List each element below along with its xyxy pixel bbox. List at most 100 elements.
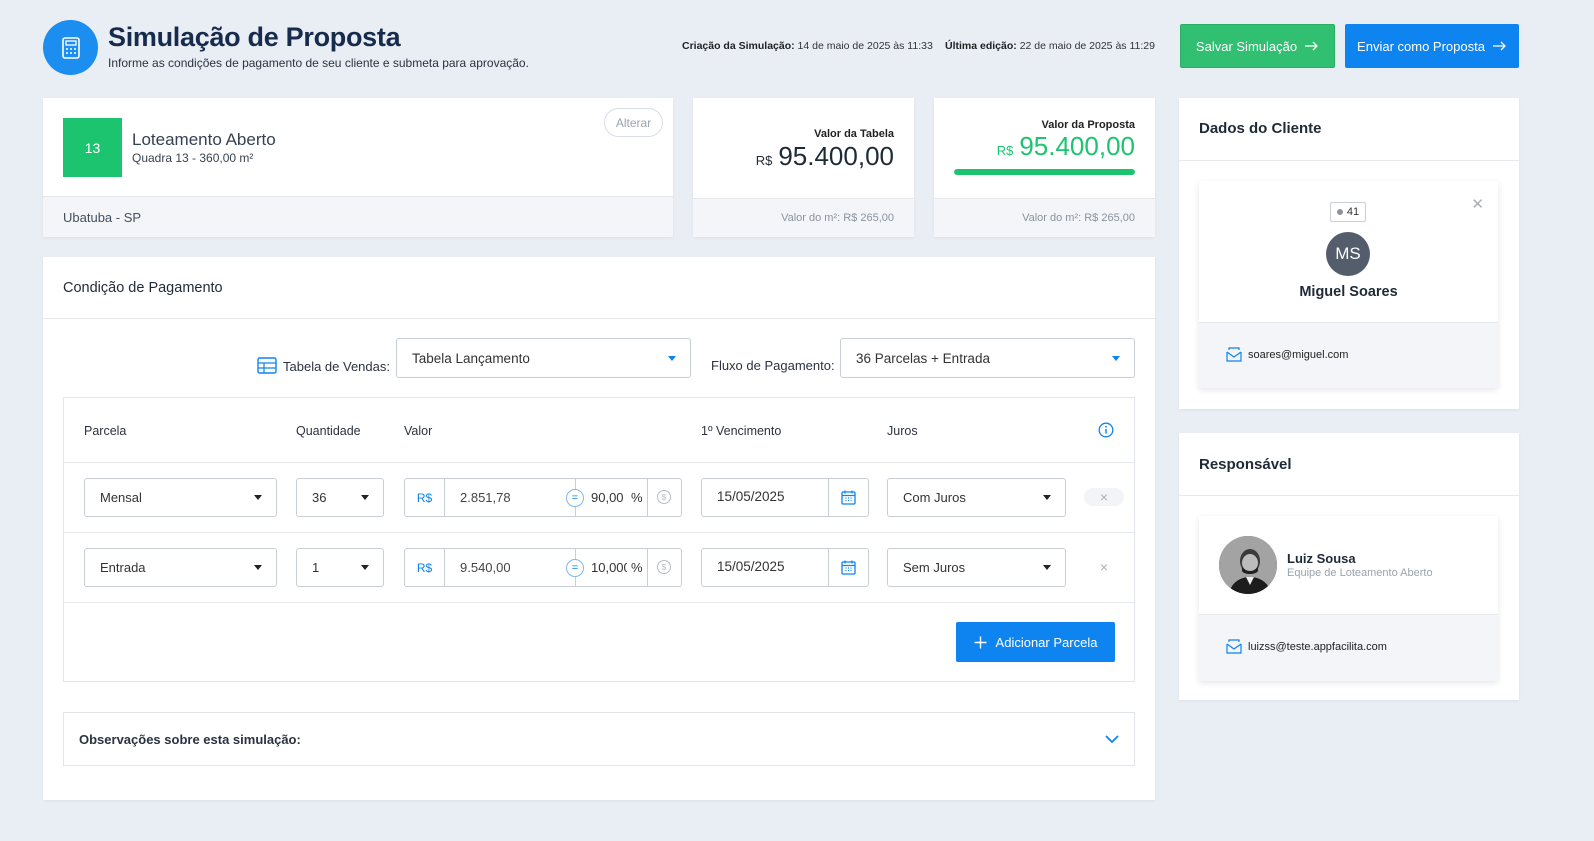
valor-field: R$ 2.851,78 = 90,00 % $ — [404, 478, 682, 517]
sales-table-label: Tabela de Vendas: — [283, 359, 390, 374]
notes-label: Observações sobre esta simulação: — [79, 732, 301, 747]
juros-select[interactable]: Com Juros — [887, 478, 1066, 517]
calendar-icon[interactable] — [841, 490, 856, 505]
add-installment-button[interactable]: Adicionar Parcela — [956, 622, 1115, 662]
payment-flow-label: Fluxo de Pagamento: — [711, 358, 835, 373]
notes-accordion[interactable]: Observações sobre esta simulação: — [63, 712, 1135, 766]
created-info: Criação da Simulação: 14 de maio de 2025… — [682, 40, 933, 52]
table-value-m2-text: Valor do m²: R$ 265,00 — [781, 212, 894, 224]
proposal-value-amount: R$ 95.400,00 — [997, 131, 1135, 162]
table-value-card: Valor da Tabela R$ 95.400,00 Valor do m²:… — [693, 98, 914, 237]
responsible-inner-card: Luiz Sousa Equipe de Loteamento Aberto l… — [1199, 516, 1498, 681]
responsible-team: Equipe de Loteamento Aberto — [1287, 567, 1433, 579]
client-name: Miguel Soares — [1299, 284, 1398, 300]
responsible-email-text[interactable]: luizss@teste.appfacilita.com — [1248, 641, 1387, 653]
plus-icon — [974, 636, 987, 648]
responsible-email: luizss@teste.appfacilita.com — [1226, 639, 1387, 654]
sales-table-select[interactable]: Tabela Lançamento — [396, 338, 691, 378]
divider — [64, 462, 1134, 463]
remove-row-button[interactable]: × — [1084, 558, 1124, 576]
percent-input[interactable]: 10,000 — [591, 560, 627, 575]
column-header-valor: Valor — [404, 424, 433, 438]
calendar-icon[interactable] — [841, 560, 856, 575]
send-proposal-button[interactable]: Enviar como Proposta — [1345, 24, 1519, 68]
column-header-vencimento: 1º Vencimento — [701, 424, 782, 438]
vencimento-field[interactable]: 15/05/2025 — [701, 548, 869, 587]
table-icon — [257, 357, 277, 374]
chevron-down-icon — [361, 565, 369, 570]
responsible-card-title: Responsável — [1199, 456, 1292, 473]
juros-value: Com Juros — [903, 490, 966, 505]
lot-badge: 13 — [63, 118, 122, 177]
page-subtitle: Informe as condições de pagamento de seu… — [108, 56, 529, 70]
chevron-down-icon — [254, 565, 262, 570]
payment-flow-select[interactable]: 36 Parcelas + Entrada — [840, 338, 1135, 378]
dollar-info-icon[interactable]: $ — [657, 560, 671, 574]
vencimento-value: 15/05/2025 — [717, 489, 785, 504]
payment-flow-value: 36 Parcelas + Entrada — [856, 350, 990, 366]
percent-input[interactable]: 90,00 — [591, 490, 627, 505]
mail-icon — [1226, 347, 1242, 362]
juros-select[interactable]: Sem Juros — [887, 548, 1066, 587]
sales-table-value: Tabela Lançamento — [412, 350, 530, 366]
divider — [43, 318, 1155, 319]
avatar: MS — [1326, 232, 1370, 276]
table-value-currency: R$ — [755, 153, 773, 168]
client-email: soares@miguel.com — [1226, 347, 1348, 362]
remove-row-button[interactable]: × — [1084, 488, 1124, 506]
client-card-title: Dados do Cliente — [1199, 120, 1322, 137]
lot-detail: Quadra 13 - 360,00 m² — [132, 151, 254, 165]
created-label: Criação da Simulação: — [682, 40, 795, 52]
valor-input[interactable]: 9.540,00 — [460, 560, 511, 575]
send-proposal-label: Enviar como Proposta — [1357, 38, 1485, 54]
info-icon[interactable] — [1098, 422, 1114, 438]
save-simulation-label: Salvar Simulação — [1195, 38, 1298, 54]
vencimento-field[interactable]: 15/05/2025 — [701, 478, 869, 517]
dollar-info-icon[interactable]: $ — [657, 490, 671, 504]
edited-info: Última edição: 22 de maio de 2025 às 11:… — [945, 40, 1155, 52]
close-icon[interactable]: ✕ — [1471, 195, 1484, 213]
installments-table: Parcela Quantidade Valor 1º Vencimento J… — [63, 397, 1135, 682]
proposal-value-label: Valor da Proposta — [1041, 119, 1135, 131]
page-title: Simulação de Proposta — [108, 22, 401, 52]
valor-input[interactable]: 2.851,78 — [460, 490, 511, 505]
arrow-right-icon — [1492, 41, 1506, 51]
valor-field: R$ 9.540,00 = 10,000 % $ — [404, 548, 682, 587]
lot-location-text: Ubatuba - SP — [63, 209, 142, 225]
chevron-down-icon — [1112, 356, 1120, 361]
quantidade-select[interactable]: 36 — [296, 478, 384, 517]
responsible-contact: luizss@teste.appfacilita.com — [1199, 614, 1498, 681]
client-card: Dados do Cliente 41 ✕ MS Miguel Soares s… — [1179, 98, 1519, 409]
quantidade-value: 36 — [312, 490, 327, 505]
change-lot-button[interactable]: Alterar — [604, 108, 663, 137]
payment-card: Condição de Pagamento Tabela de Vendas: … — [43, 257, 1155, 800]
table-value-label: Valor da Tabela — [814, 128, 894, 140]
save-simulation-button[interactable]: Salvar Simulação — [1180, 24, 1335, 68]
vencimento-value: 15/05/2025 — [717, 559, 785, 574]
percent-symbol: % — [631, 560, 643, 575]
parcela-select[interactable]: Mensal — [84, 478, 277, 517]
juros-value: Sem Juros — [903, 560, 966, 575]
client-email-text[interactable]: soares@miguel.com — [1248, 349, 1348, 361]
created-value: 14 de maio de 2025 às 11:33 — [797, 40, 933, 52]
parcela-value: Entrada — [100, 560, 146, 575]
proposal-value-number: 95.400,00 — [1019, 131, 1135, 161]
edited-label: Última edição: — [945, 40, 1017, 52]
parcela-select[interactable]: Entrada — [84, 548, 277, 587]
chevron-down-icon — [1043, 495, 1051, 500]
column-header-quantidade: Quantidade — [296, 424, 361, 438]
proposal-progress-bar — [954, 169, 1135, 175]
divider — [828, 549, 829, 586]
client-tag-value: 41 — [1346, 206, 1360, 218]
chevron-down-icon — [361, 495, 369, 500]
lot-name: Loteamento Aberto — [132, 130, 276, 149]
divider — [828, 479, 829, 516]
currency-prefix: R$ — [405, 549, 445, 586]
divider — [1179, 160, 1519, 161]
avatar — [1219, 536, 1277, 594]
quantidade-select[interactable]: 1 — [296, 548, 384, 587]
proposal-value-m2: Valor do m²: R$ 265,00 — [934, 198, 1155, 237]
lot-location: Ubatuba - SP — [43, 196, 673, 237]
proposal-value-card: Valor da Proposta R$ 95.400,00 Valor do m… — [934, 98, 1155, 237]
arrow-right-icon — [1305, 41, 1318, 51]
